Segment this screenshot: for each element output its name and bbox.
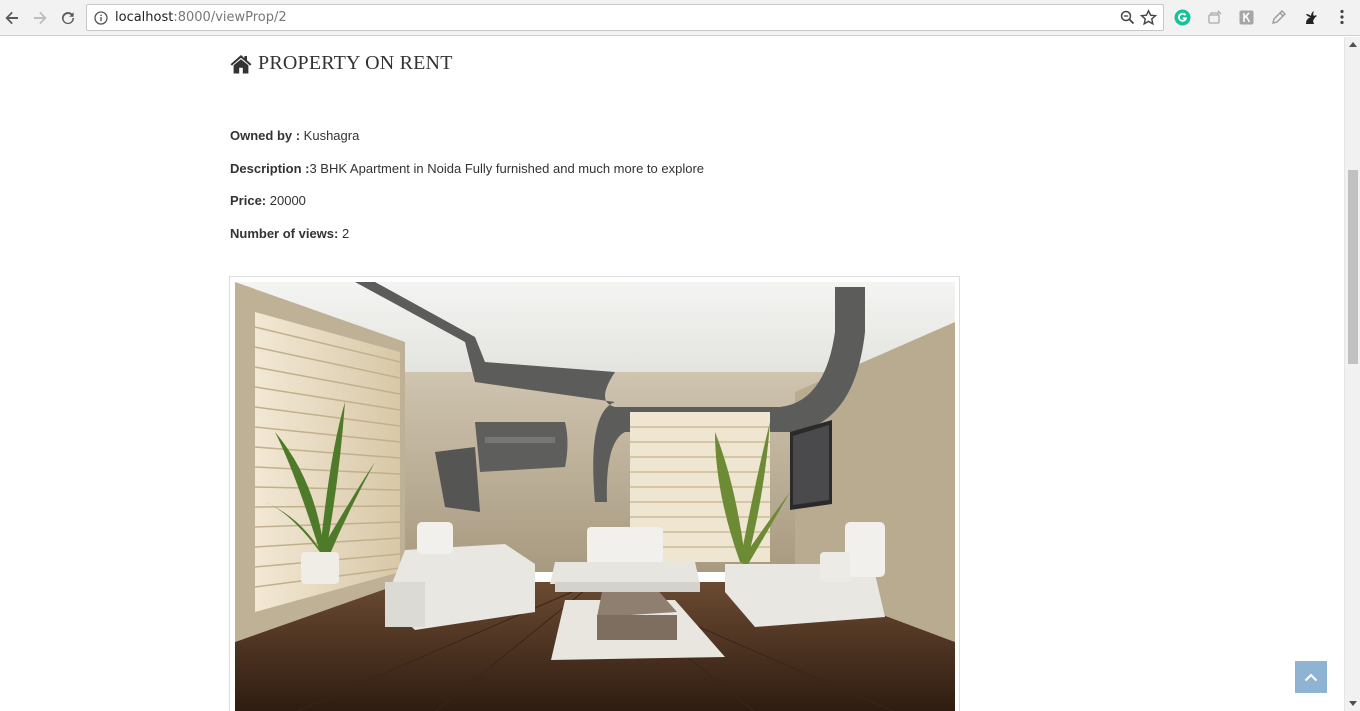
- url-text[interactable]: localhost:8000/viewProp/2: [115, 10, 287, 25]
- extension-icon[interactable]: [1205, 8, 1223, 26]
- views-label: Number of views:: [230, 226, 339, 241]
- price-label: Price:: [230, 193, 267, 208]
- url-host: localhost: [115, 10, 174, 25]
- url-path: :8000/viewProp/2: [173, 10, 287, 25]
- browser-toolbar: localhost:8000/viewProp/2: [0, 0, 1360, 36]
- info-icon[interactable]: [94, 11, 108, 30]
- home-icon: [230, 54, 252, 73]
- description-label: Description :: [230, 161, 310, 176]
- owner-value: Kushagra: [300, 128, 360, 143]
- price-line: Price: 20000: [230, 193, 306, 208]
- page-content: PROPERTY ON RENT Owned by : Kushagra Des…: [0, 37, 1344, 711]
- property-photo-frame: [229, 276, 960, 711]
- extension-icon[interactable]: [1237, 8, 1255, 26]
- grammarly-icon[interactable]: [1173, 8, 1191, 26]
- scroll-down-icon[interactable]: [1349, 701, 1357, 706]
- menu-icon[interactable]: [1333, 8, 1351, 26]
- forward-icon[interactable]: [28, 6, 52, 30]
- property-photo: [235, 282, 955, 711]
- reload-icon[interactable]: [56, 6, 80, 30]
- pen-icon[interactable]: [1269, 8, 1287, 26]
- owner-line: Owned by : Kushagra: [230, 128, 359, 143]
- page-heading: PROPERTY ON RENT: [230, 52, 453, 75]
- views-value: 2: [338, 226, 350, 241]
- views-line: Number of views: 2: [230, 226, 349, 241]
- page-title: PROPERTY ON RENT: [258, 52, 453, 74]
- description-line: Description :3 BHK Apartment in Noida Fu…: [230, 161, 704, 176]
- back-to-top-button[interactable]: [1295, 661, 1327, 693]
- scroll-thumb[interactable]: [1348, 170, 1358, 364]
- scroll-up-icon[interactable]: [1349, 42, 1357, 47]
- vertical-scrollbar[interactable]: [1344, 37, 1360, 711]
- address-bar[interactable]: localhost:8000/viewProp/2: [86, 4, 1164, 31]
- chevron-up-icon: [1304, 673, 1318, 682]
- back-icon[interactable]: [0, 6, 24, 30]
- owner-label: Owned by :: [230, 128, 301, 143]
- description-value: 3 BHK Apartment in Noida Fully furnished…: [309, 161, 705, 176]
- extension-icon[interactable]: [1301, 8, 1319, 26]
- star-icon[interactable]: [1139, 9, 1158, 31]
- price-value: 20000: [266, 193, 306, 208]
- zoom-icon[interactable]: [1120, 10, 1135, 30]
